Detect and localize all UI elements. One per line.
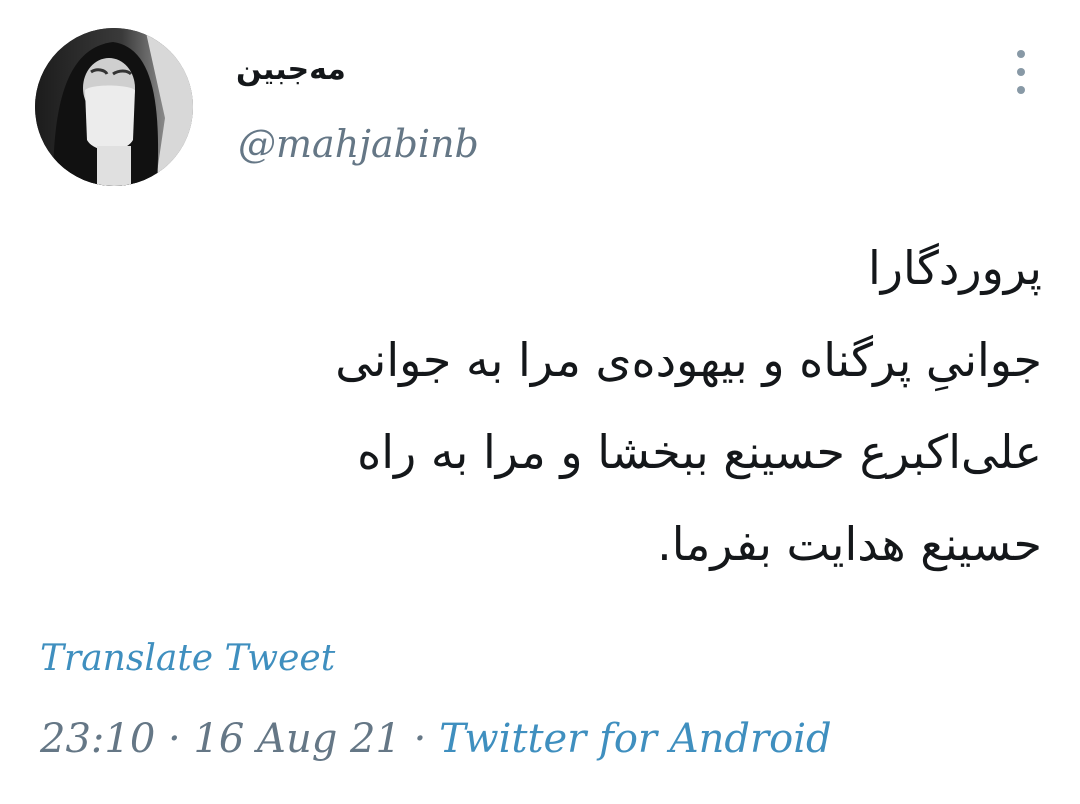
tweet-text-line: حسینع هدایت بفرما.: [657, 517, 1042, 571]
meta-separator: ·: [168, 716, 194, 762]
avatar-photo: [35, 28, 193, 186]
translate-tweet-link[interactable]: Translate Tweet: [40, 638, 335, 679]
tweet-text-line: جوانیِ پرگناه و بیهوده‌ی مرا به جوانی: [335, 333, 1042, 387]
display-name[interactable]: مه‌جبین: [236, 52, 346, 87]
user-handle[interactable]: @mahjabinb: [238, 122, 479, 166]
more-vertical-icon-dot: [1017, 68, 1025, 76]
more-options-button[interactable]: [1004, 50, 1038, 94]
tweet-time: 23:10: [40, 716, 156, 762]
meta-separator: ·: [413, 716, 440, 762]
more-vertical-icon-dot: [1017, 86, 1025, 94]
tweet-text-line: علی‌اکبرع حسینع ببخشا و مرا به راه: [357, 425, 1042, 479]
tweet-text-line: پروردگارا: [867, 241, 1042, 295]
tweet-text: پروردگارا جوانیِ پرگناه و بیهوده‌ی مرا ب…: [142, 222, 1042, 590]
tweet-source-link[interactable]: Twitter for Android: [439, 716, 832, 762]
tweet-card: مه‌جبین @mahjabinb پروردگارا جوانیِ پرگن…: [0, 0, 1080, 804]
tweet-date[interactable]: 16 Aug 21: [193, 716, 400, 762]
avatar[interactable]: [35, 28, 193, 186]
tweet-metadata: 23:10 · 16 Aug 21 · Twitter for Android: [40, 716, 832, 762]
more-vertical-icon: [1017, 50, 1025, 58]
